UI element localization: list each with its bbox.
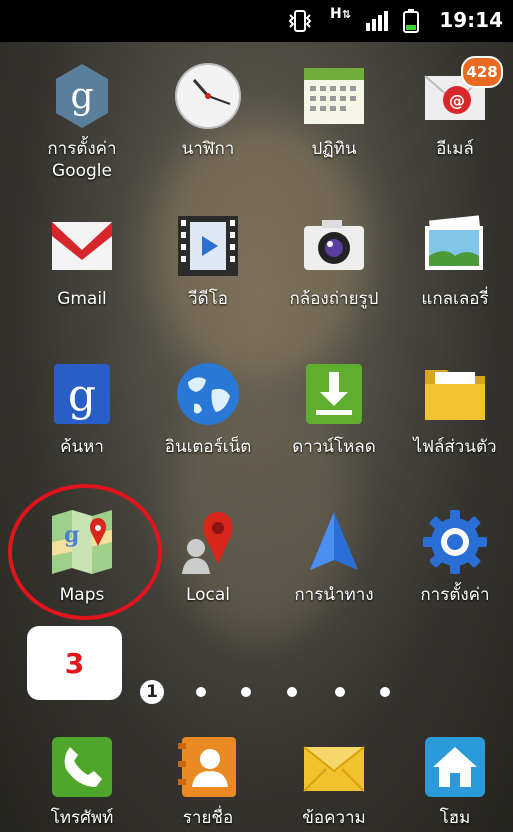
app-google-settings[interactable]: g การตั้งค่า Google [22, 62, 142, 182]
svg-text:g: g [68, 370, 96, 421]
signal-icon [366, 11, 388, 31]
app-label: อินเตอร์เน็ต [164, 437, 252, 457]
app-label: ค้นหา [60, 437, 104, 457]
folder-icon [425, 370, 485, 420]
dock: โทรศัพท์ รายชื่อ ข้อความ โฮม [0, 725, 513, 832]
app-label: โทรศัพท์ [50, 808, 114, 828]
page-dot[interactable] [241, 687, 251, 697]
camera-icon [304, 220, 364, 270]
app-label: Gmail [57, 289, 107, 309]
app-label: กล้องถ่ายรูป [289, 289, 379, 309]
battery-icon [403, 9, 419, 33]
app-internet[interactable]: อินเตอร์เน็ต [148, 360, 268, 458]
app-email[interactable]: @ 428 อีเมล์ [395, 56, 513, 160]
svg-text:@: @ [449, 91, 465, 110]
download-icon [306, 364, 362, 424]
app-search[interactable]: g ค้นหา [22, 360, 142, 458]
app-clock[interactable]: นาฬิกา [148, 62, 268, 160]
app-navigation[interactable]: การนำทาง [274, 508, 394, 606]
app-label: ไฟล์ส่วนตัว [413, 437, 497, 457]
contacts-icon [178, 737, 236, 797]
gallery-icon [425, 215, 483, 270]
app-label: นาฬิกา [181, 139, 235, 159]
home-icon [425, 737, 485, 797]
video-icon [178, 216, 238, 276]
app-label: ปฏิทิน [311, 139, 357, 159]
app-calendar[interactable]: ปฏิทิน [274, 62, 394, 160]
unread-count-badge: 428 [461, 56, 503, 88]
dock-home[interactable]: โฮม [395, 733, 513, 829]
app-label: วีดีโอ [188, 289, 228, 309]
clock-icon [175, 63, 241, 129]
app-download[interactable]: ดาวน์โหลด [274, 360, 394, 458]
google-search-icon: g [54, 364, 110, 424]
local-pin-icon [182, 512, 233, 574]
dock-phone[interactable]: โทรศัพท์ [22, 733, 142, 829]
phone-icon [52, 737, 112, 797]
page-dot[interactable] [335, 687, 345, 697]
page-dot[interactable] [380, 687, 390, 697]
svg-text:g: g [70, 76, 93, 117]
app-label: โฮม [439, 808, 471, 828]
app-camera[interactable]: กล้องถ่ายรูป [274, 212, 394, 310]
app-label: อีเมล์ [436, 139, 474, 159]
app-settings[interactable]: การตั้งค่า [395, 508, 513, 606]
app-label: Local [185, 585, 231, 605]
page-dot[interactable] [196, 687, 206, 697]
navigation-arrow-icon [310, 512, 358, 570]
app-local[interactable]: Local [148, 508, 268, 606]
settings-gear-icon [423, 510, 487, 574]
app-label: การตั้งค่า [420, 585, 490, 605]
app-label: ข้อความ [302, 808, 366, 828]
app-label: การตั้งค่า Google [47, 139, 117, 181]
clock-time: 19:14 [439, 8, 503, 32]
app-label: แกลเลอรี่ [421, 289, 489, 309]
page-dot[interactable] [287, 687, 297, 697]
app-gallery[interactable]: แกลเลอรี่ [395, 212, 513, 310]
vibrate-icon [288, 10, 312, 32]
app-my-files[interactable]: ไฟล์ส่วนตัว [395, 360, 513, 458]
app-label: รายชื่อ [182, 808, 234, 828]
page-indicator-current[interactable]: 1 [140, 680, 164, 704]
gmail-icon [52, 222, 112, 270]
app-label: การนำทาง [294, 585, 374, 605]
status-bar: H⇅ 19:14 [0, 0, 513, 42]
step-number-marker: 3 [27, 626, 122, 700]
messages-icon [303, 746, 365, 792]
app-label: ดาวน์โหลด [292, 437, 376, 457]
highlight-circle [8, 484, 162, 620]
calendar-icon [304, 68, 364, 124]
dock-messages[interactable]: ข้อความ [274, 733, 394, 829]
app-gmail[interactable]: Gmail [22, 212, 142, 310]
app-video[interactable]: วีดีโอ [148, 212, 268, 310]
google-settings-icon: g [56, 64, 108, 128]
dock-contacts[interactable]: รายชื่อ [148, 733, 268, 829]
network-type-icon: H⇅ [330, 6, 351, 22]
internet-globe-icon [177, 363, 239, 425]
